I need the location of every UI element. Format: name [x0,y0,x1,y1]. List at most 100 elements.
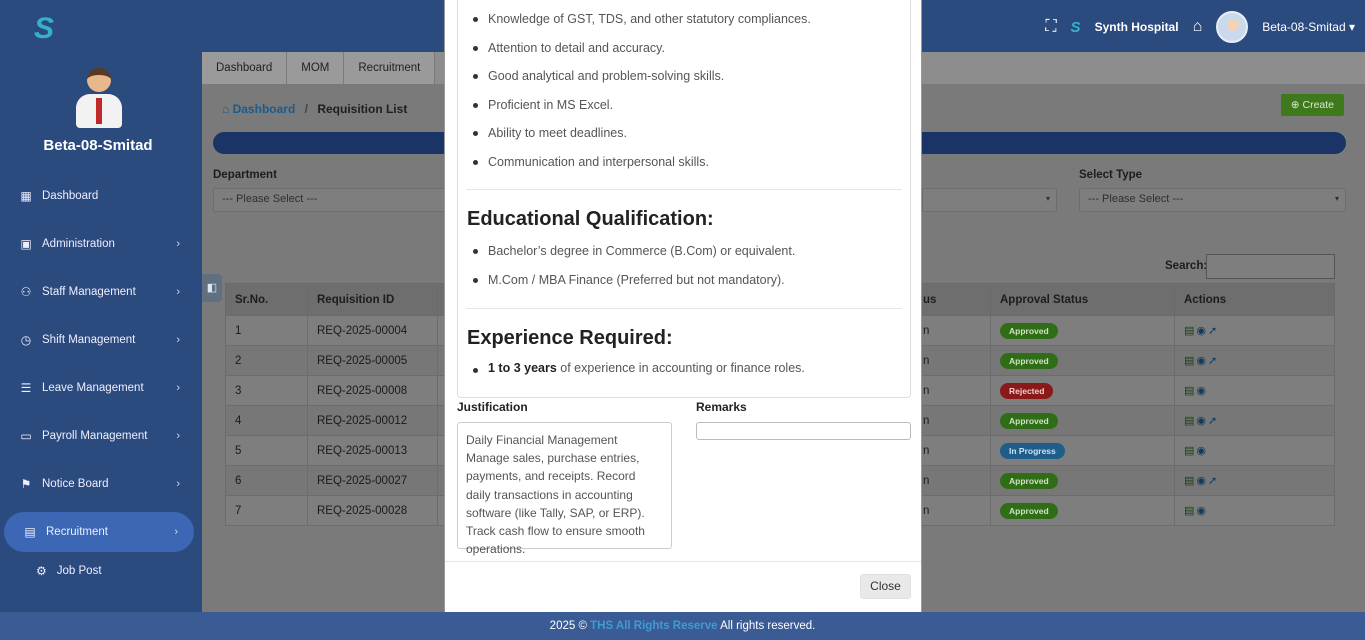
type-label: Select Type [1079,169,1143,181]
cell-requisition-id: REQ-2025-00004 [307,315,438,346]
user-avatar [76,68,122,130]
view-sheet-icon[interactable]: ▤ [1184,475,1196,487]
status-badge: Approved [1000,412,1058,429]
cell-requisition-id: REQ-2025-00013 [307,435,438,466]
cell-actions: ▤◉ [1174,495,1335,526]
cell-sr: 4 [225,405,308,436]
department-select[interactable]: --- Please Select --- [213,188,453,212]
cell-approval: Approved [990,405,1175,436]
list-item: Good analytical and problem-solving skil… [473,66,811,95]
column-header[interactable]: Actions [1174,283,1335,316]
chevron-right-icon: › [176,382,180,394]
type-select[interactable]: --- Please Select --- ▾ [1079,188,1346,212]
eye-icon[interactable]: ◉ [1196,355,1208,367]
divider [445,561,921,562]
cell-approval: Approved [990,465,1175,496]
sidebar-item-staff-management[interactable]: ⚇ Staff Management › [0,272,196,312]
eye-icon[interactable]: ◉ [1196,445,1208,457]
job-post-icon: ⚙ [36,564,47,578]
eye-icon[interactable]: ◉ [1196,325,1208,337]
column-header[interactable]: Requisition ID [307,283,438,316]
list-item: Ability to meet deadlines. [473,123,811,152]
chevron-right-icon: › [176,478,180,490]
sidebar-username: Beta-08-Smitad [43,137,153,154]
eye-icon[interactable]: ◉ [1196,385,1208,397]
hospital-name[interactable]: Synth Hospital [1095,20,1179,34]
view-sheet-icon[interactable]: ▤ [1184,445,1196,457]
cell-requisition-id: REQ-2025-00005 [307,345,438,376]
sidebar-item-label: Shift Management [42,334,136,346]
description-panel: Knowledge of GST, TDS, and other statuto… [457,0,911,398]
cell-actions: ▤◉➚ [1174,465,1335,496]
header-avatar[interactable] [1216,11,1249,43]
create-button[interactable]: ⊕ Create [1280,94,1344,116]
view-sheet-icon[interactable]: ▤ [1184,325,1196,337]
experience-heading: Experience Required: [467,327,673,349]
breadcrumb-home[interactable]: ⌂ Dashboard [222,102,295,116]
send-icon[interactable]: ➚ [1208,355,1219,367]
send-icon[interactable]: ➚ [1208,325,1219,337]
caret-icon: ▾ [1334,194,1339,203]
column-header[interactable]: Approval Status [990,283,1175,316]
view-sheet-icon[interactable]: ▤ [1184,385,1196,397]
sidebar-item-administration[interactable]: ▣ Administration › [0,224,196,264]
send-icon[interactable]: ➚ [1208,415,1219,427]
list-item: M.Com / MBA Finance (Preferred but not m… [472,270,795,299]
divider [466,308,902,309]
eye-icon[interactable]: ◉ [1196,505,1208,517]
sidebar: S Beta-08-Smitad ▦ Dashboard ▣ Administrati… [0,0,202,640]
header-username[interactable]: Beta-08-Smitad ▾ [1262,20,1355,34]
cell-approval: In Progress [990,435,1175,466]
app-logo[interactable]: S [34,12,54,46]
language-icon[interactable]: ⛶ [1045,18,1056,36]
sidebar-toggle-icon[interactable]: ◧ [202,274,222,302]
department-label: Department [213,169,277,181]
column-header[interactable]: Sr.No. [225,283,308,316]
column-header[interactable]: us [913,283,991,316]
sidebar-item-dashboard[interactable]: ▦ Dashboard [0,176,196,216]
cell-approval: Approved [990,345,1175,376]
cell-actions: ▤◉➚ [1174,315,1335,346]
sidebar-item-label: Recruitment [46,526,108,538]
recruitment-icon: ▤ [24,525,36,539]
view-sheet-icon[interactable]: ▤ [1184,355,1196,367]
bank-icon[interactable]: ⌂ [1193,18,1203,36]
list-item: Bachelor’s degree in Commerce (B.Com) or… [472,241,795,270]
footer-brand[interactable]: THS All Rights Reserve [590,620,717,632]
status-badge: Approved [1000,352,1058,369]
cell-sr: 2 [225,345,308,376]
education-heading: Educational Qualification: [467,208,714,230]
remarks-field[interactable] [696,422,911,440]
status-select[interactable]: ▾ [922,188,1057,212]
view-sheet-icon[interactable]: ▤ [1184,505,1196,517]
footer-rights: All rights reserved. [720,620,816,632]
view-sheet-icon[interactable]: ▤ [1184,415,1196,427]
cell-approval: Approved [990,315,1175,346]
cell-status: n [913,315,991,346]
cell-status: n [913,345,991,376]
cell-sr: 3 [225,375,308,406]
close-button[interactable]: Close [860,574,911,599]
status-badge: Approved [1000,322,1058,339]
list-item: Proficient in MS Excel. [473,95,811,124]
tab-dashboard[interactable]: Dashboard [202,52,288,84]
footer-year: 2025 © [549,620,587,632]
search-input[interactable] [1206,254,1335,279]
sidebar-item-notice-board[interactable]: ⚑ Notice Board › [0,464,196,504]
eye-icon[interactable]: ◉ [1196,475,1208,487]
requisition-detail-modal: Knowledge of GST, TDS, and other statuto… [444,0,922,612]
send-icon[interactable]: ➚ [1208,475,1219,487]
sidebar-item-payroll-management[interactable]: ▭ Payroll Management › [0,416,196,456]
sidebar-item-leave-management[interactable]: ☰ Leave Management › [0,368,196,408]
sidebar-item-shift-management[interactable]: ◷ Shift Management › [0,320,196,360]
cell-approval: Approved [990,495,1175,526]
tab-mom[interactable]: MOM [287,52,345,84]
divider [466,189,902,190]
sidebar-item-recruitment[interactable]: ▤ Recruitment › [4,512,194,552]
money-icon: ▭ [20,429,32,443]
cell-requisition-id: REQ-2025-00008 [307,375,438,406]
eye-icon[interactable]: ◉ [1196,415,1208,427]
tab-recruitment[interactable]: Recruitment [344,52,436,84]
cell-requisition-id: REQ-2025-00027 [307,465,438,496]
sidebar-subitem-job-post[interactable]: ⚙ Job Post [36,564,102,578]
